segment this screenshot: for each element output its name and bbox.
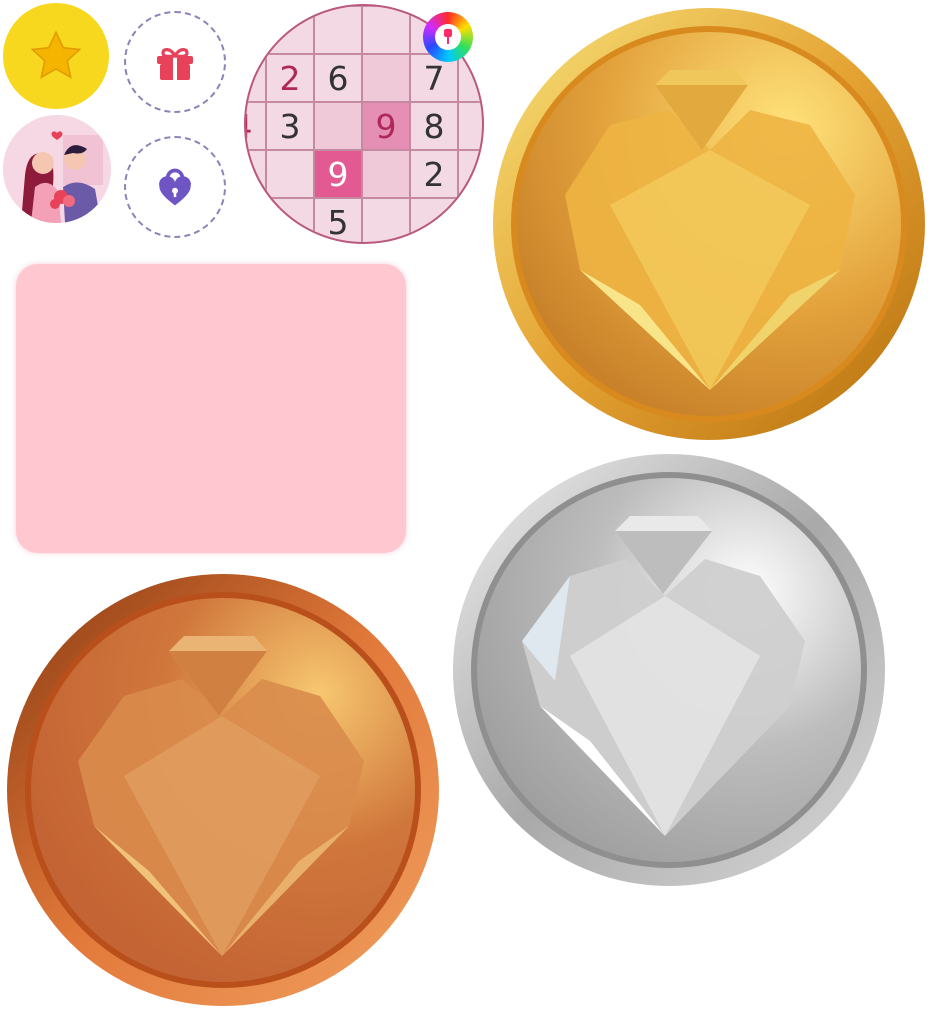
star-badge[interactable]: [3, 3, 109, 109]
sudoku-cell[interactable]: [266, 6, 314, 54]
sudoku-cell[interactable]: [246, 198, 266, 242]
heart-lock-icon: [159, 168, 191, 206]
sudoku-cell[interactable]: [458, 198, 482, 242]
sudoku-cell[interactable]: [266, 150, 314, 198]
sudoku-cell[interactable]: [314, 102, 362, 150]
gift-icon: [157, 48, 193, 80]
heart-diamond-icon: [493, 8, 925, 440]
star-icon: [30, 30, 82, 79]
sudoku-cell[interactable]: 2: [410, 150, 458, 198]
sudoku-cell[interactable]: 2: [266, 54, 314, 102]
sudoku-cell[interactable]: 9: [314, 150, 362, 198]
sudoku-cell[interactable]: 3: [266, 102, 314, 150]
color-palette-button[interactable]: [423, 12, 473, 62]
sudoku-cell[interactable]: [362, 198, 410, 242]
gift-button[interactable]: [124, 11, 226, 113]
sudoku-cell[interactable]: 4: [246, 102, 266, 150]
sudoku-cell[interactable]: [362, 150, 410, 198]
sudoku-cell[interactable]: [458, 102, 482, 150]
sudoku-cell[interactable]: 1: [246, 54, 266, 102]
sudoku-cell[interactable]: [266, 198, 314, 242]
sudoku-cell[interactable]: [362, 54, 410, 102]
couple-avatar[interactable]: [3, 115, 111, 223]
sudoku-cell[interactable]: 8: [246, 150, 266, 198]
sudoku-cell[interactable]: 9: [362, 102, 410, 150]
heart-diamond-icon: [453, 454, 885, 886]
sudoku-cell[interactable]: 8: [410, 102, 458, 150]
silver-medal: [450, 451, 888, 889]
sudoku-cell[interactable]: [458, 150, 482, 198]
sudoku-cell[interactable]: 5: [314, 198, 362, 242]
sudoku-cell[interactable]: [314, 6, 362, 54]
couple-illustration: [3, 115, 111, 223]
sudoku-cell[interactable]: [246, 6, 266, 54]
gold-medal: [490, 5, 928, 443]
bronze-medal: [4, 571, 442, 1009]
locked-button[interactable]: [124, 136, 226, 238]
sudoku-cell[interactable]: 6: [314, 54, 362, 102]
heart-diamond-icon: [7, 574, 439, 1006]
sudoku-cell[interactable]: [458, 54, 482, 102]
sudoku-cell[interactable]: [362, 6, 410, 54]
sudoku-cell[interactable]: [410, 198, 458, 242]
pink-panel: [16, 264, 406, 553]
paint-brush-icon: [435, 24, 461, 50]
